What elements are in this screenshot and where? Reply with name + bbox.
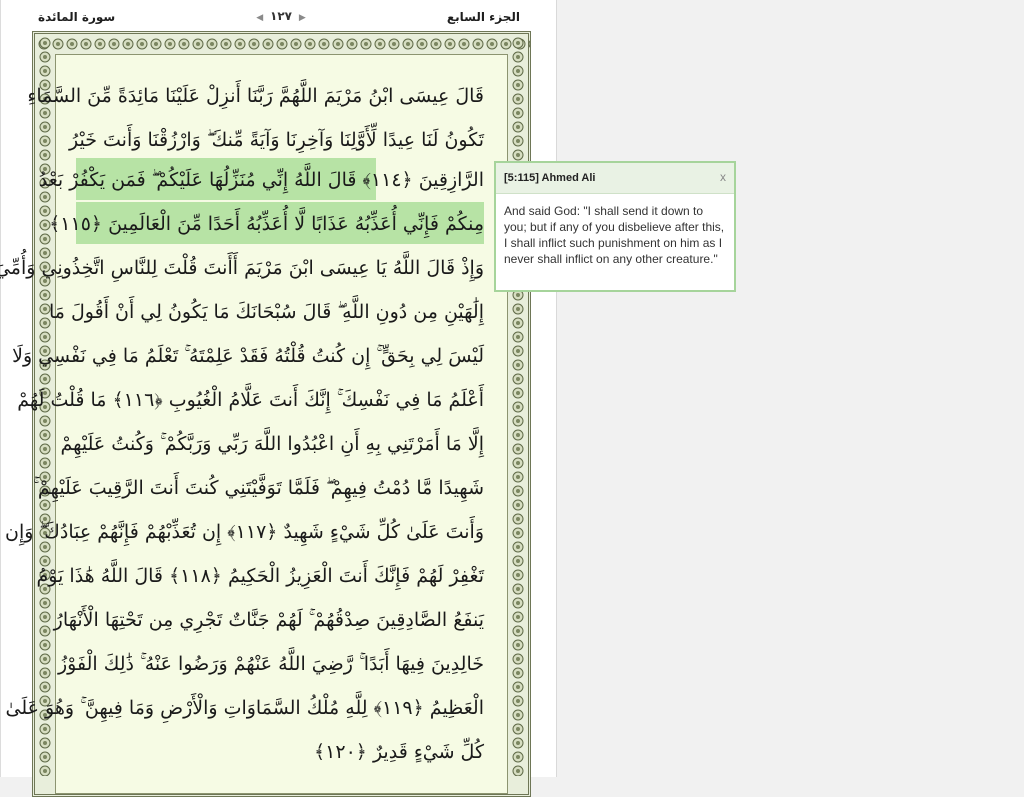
verse-line[interactable]: شَهِيدًا مَّا دُمْتُ فِيهِمْ ۖ فَلَمَّا … <box>33 468 484 508</box>
verse-line[interactable]: الرَّازِقِينَ ﴿١١٤﴾ قَالَ اللَّهُ إِنِّي… <box>39 160 484 200</box>
verse-line[interactable]: قَالَ عِيسَى ابْنُ مَرْيَمَ اللَّهُمَّ ر… <box>27 76 484 116</box>
verse-line[interactable]: تَكُونُ لَنَا عِيدًا لِّأَوَّلِنَا وَآخِ… <box>69 120 484 160</box>
surah-label: سورة المائدة <box>38 10 116 24</box>
page-navigator: ◀ ١٢٧ ▶ <box>246 9 316 23</box>
next-page-icon[interactable]: ▶ <box>296 13 309 23</box>
pane-divider <box>0 0 1 777</box>
verse-line[interactable]: يَنفَعُ الصَّادِقِينَ صِدْقُهُمْ ۚ لَهُم… <box>54 600 484 640</box>
page-number: ١٢٧ <box>270 9 292 23</box>
verse-line[interactable]: وَأَنتَ عَلَىٰ كُلِّ شَيْءٍ شَهِيدٌ ﴿١١٧… <box>5 512 484 552</box>
juz-label: الجزء السابع <box>446 10 520 24</box>
tooltip-title: [5:115] Ahmed Ali <box>504 172 596 184</box>
close-icon[interactable]: x <box>720 170 726 184</box>
prev-page-icon[interactable]: ◀ <box>253 13 266 23</box>
verse-line[interactable]: الْعَظِيمُ ﴿١١٩﴾ لِلَّهِ مُلْكُ السَّمَا… <box>6 688 484 728</box>
verse-line[interactable]: خَالِدِينَ فِيهَا أَبَدًا ۚ رَّضِيَ اللَ… <box>58 644 484 684</box>
verse-line[interactable]: إِلَٰهَيْنِ مِن دُونِ اللَّهِ ۖ قَالَ سُ… <box>49 292 484 332</box>
ornament-border-right <box>510 36 526 776</box>
verse-line[interactable]: أَعْلَمُ مَا فِي نَفْسِكَ ۚ إِنَّكَ أَنت… <box>17 380 484 420</box>
ornament-border-top <box>37 36 530 52</box>
translation-tooltip: [5:115] Ahmed Ali x And said God: "I sha… <box>494 161 736 292</box>
verse-line[interactable]: وَإِذْ قَالَ اللَّهُ يَا عِيسَى ابْنَ مَ… <box>0 248 484 288</box>
page-header: الجزء السابع سورة المائدة ◀ ١٢٧ ▶ <box>34 0 524 30</box>
verse-line[interactable]: كُلِّ شَيْءٍ قَدِيرٌ ﴿١٢٠﴾ <box>76 732 484 772</box>
tooltip-translation-text: And said God: "I shall send it down to y… <box>504 204 725 266</box>
tooltip-header: [5:115] Ahmed Ali x <box>496 163 734 194</box>
verse-line[interactable]: مِنكُمْ فَإِنِّي أُعَذِّبُهُ عَذَابًا لَ… <box>49 204 484 244</box>
verse-line[interactable]: تَغْفِرْ لَهُمْ فَإِنَّكَ أَنتَ الْعَزِي… <box>37 556 484 596</box>
verse-line[interactable]: إِلَّا مَا أَمَرْتَنِي بِهِ أَنِ اعْبُدُ… <box>60 424 484 464</box>
verse-line[interactable]: لَيْسَ لِي بِحَقٍّ ۚ إِن كُنتُ قُلْتُهُ … <box>12 336 484 376</box>
